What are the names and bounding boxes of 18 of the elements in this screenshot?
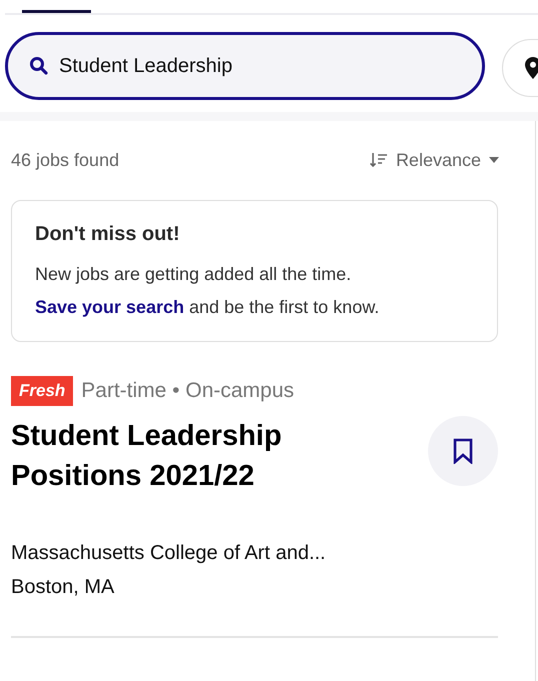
job-title[interactable]: Student Leadership Positions 2021/22	[11, 416, 341, 496]
save-search-link[interactable]: Save your search	[35, 297, 184, 317]
job-location: Boston, MA	[11, 575, 116, 600]
results-count: 46 jobs found	[11, 150, 120, 170]
job-tags: Part-time • On-campus	[81, 379, 294, 403]
map-pin-icon	[525, 57, 538, 79]
fresh-badge: Fresh	[11, 376, 74, 406]
banner-text: New jobs are getting added all the time.	[35, 263, 352, 286]
banner-title: Don't miss out!	[35, 223, 181, 246]
sort-icon	[370, 152, 388, 168]
banner-text: Save your search and be the first to know.	[35, 296, 380, 319]
bookmark-icon	[453, 438, 473, 464]
sort-dropdown[interactable]: Relevance	[370, 150, 499, 170]
tab-indicator	[22, 10, 91, 13]
employer-name: Massachusetts College of Art and...	[11, 541, 327, 566]
search-field[interactable]: Student Leadership	[5, 32, 485, 100]
search-icon	[29, 56, 49, 76]
caret-icon	[489, 157, 499, 163]
